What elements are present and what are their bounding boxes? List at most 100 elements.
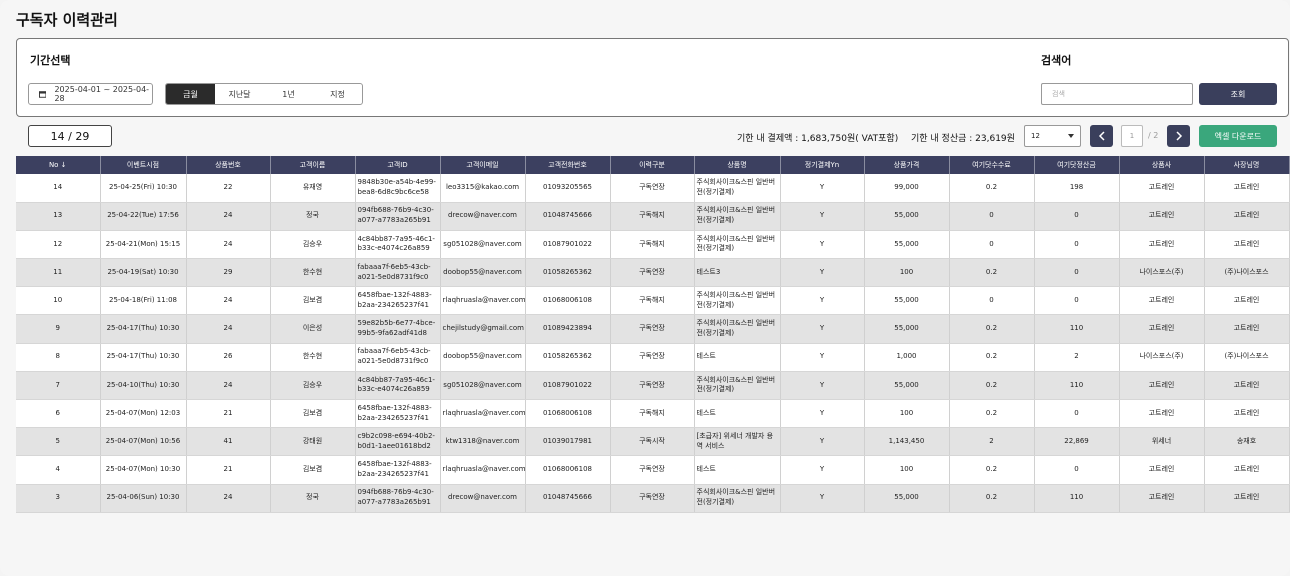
column-header: 여기닷수수료 [949, 156, 1035, 174]
table-cell: 7 [16, 371, 101, 401]
search-label: 검색어 [1041, 54, 1072, 67]
search-button[interactable]: 조회 [1199, 83, 1277, 105]
table-cell: 25-04-06(Sun) 10:30 [100, 484, 187, 513]
column-header: 상품가격 [864, 156, 950, 174]
period-label: 기간선택 [30, 54, 71, 67]
page-count: 14 / 29 [28, 125, 112, 147]
table-cell: 01039017981 [525, 427, 611, 457]
table-cell: 테스트 [694, 343, 781, 372]
page-title: 구독자 이력관리 [16, 11, 118, 29]
table-cell: 25-04-22(Tue) 17:56 [100, 202, 187, 231]
table-cell: 2 [1034, 343, 1120, 372]
table-cell: 주식회사이크&스핀 일반버전(정기결제) [694, 202, 781, 231]
table-row[interactable]: 7 25-04-10(Thu) 10:30 24 김승우 4c84bb87-7a95-4… [16, 371, 1290, 401]
table-row[interactable]: 13 25-04-22(Tue) 17:56 24 정국 094fb688-76b9-4… [16, 202, 1290, 231]
table-cell: 6458fbae-132f-4883-b2aa-234265237f41 [355, 399, 441, 429]
table-cell: 3 [16, 484, 101, 513]
table-cell: 1,143,450 [864, 427, 950, 457]
table-cell: 고트레인 [1204, 230, 1290, 260]
date-range-picker[interactable]: 2025-04-01 ~ 2025-04-28 [28, 83, 153, 105]
table-cell: 고트레인 [1119, 484, 1205, 513]
table-cell: 4c84bb87-7a95-46c1-b33c-e4074c26a859 [355, 371, 441, 401]
tab-custom[interactable]: 지정 [313, 84, 362, 104]
column-header: 고객ID [355, 156, 441, 174]
table-cell: sg051028@naver.com [440, 371, 526, 401]
tab-one-year[interactable]: 1년 [264, 84, 313, 104]
table-row[interactable]: 12 25-04-21(Mon) 15:15 24 김승우 4c84bb87-7a95-… [16, 230, 1290, 260]
table-cell: 구독연장 [610, 455, 695, 485]
table-row[interactable]: 5 25-04-07(Mon) 10:56 41 강태원 c9b2c098-e694-4… [16, 427, 1290, 457]
table-cell: 01048745666 [525, 484, 611, 513]
table-cell: 김승우 [270, 230, 356, 260]
table-row[interactable]: 10 25-04-18(Fri) 11:08 24 김보겸 6458fbae-132f-… [16, 286, 1290, 316]
table-cell: 구독해지 [610, 230, 695, 260]
settlement-total: 기한 내 정산금 : 23,619원 [911, 134, 1015, 144]
table-cell: c9b2c098-e694-40b2-b0d1-1aee01618bd2 [355, 427, 441, 457]
page-size-select[interactable]: 12 [1024, 125, 1081, 147]
table-row[interactable]: 11 25-04-19(Sat) 10:30 29 한수현 fabaaa7f-6eb5-… [16, 258, 1290, 288]
table-cell: 29 [186, 258, 271, 288]
table-cell: 41 [186, 427, 271, 457]
table-cell: 14 [16, 174, 101, 203]
table-cell: 구독연장 [610, 258, 695, 288]
table-cell: Y [780, 399, 865, 429]
table-cell: (주)나이스포스 [1204, 258, 1290, 288]
table-cell: Y [780, 202, 865, 231]
table-row[interactable]: 14 25-04-25(Fri) 10:30 22 유재영 9848b30e-a54b-… [16, 174, 1290, 203]
table-cell: Y [780, 484, 865, 513]
column-header: 상품명 [694, 156, 781, 174]
table-cell: 0 [949, 202, 1035, 231]
table-cell: 김보겸 [270, 286, 356, 316]
table-cell: [초급자] 위세너 개발자 용역 서비스 [694, 427, 781, 457]
prev-page-button[interactable] [1090, 125, 1113, 147]
next-page-button[interactable] [1167, 125, 1190, 147]
table-cell: 6 [16, 399, 101, 429]
table-cell: 6458fbae-132f-4883-b2aa-234265237f41 [355, 286, 441, 316]
tab-this-month[interactable]: 금월 [166, 84, 215, 104]
column-header: 고객이메일 [440, 156, 526, 174]
table-cell: 주식회사이크&스핀 일반버전(정기결제) [694, 174, 781, 203]
table-cell: 01058265362 [525, 343, 611, 372]
table-cell: 주식회사이크&스핀 일반버전(정기결제) [694, 484, 781, 513]
table-cell: 4 [16, 455, 101, 485]
tab-last-month[interactable]: 지난달 [215, 84, 264, 104]
table-row[interactable]: 3 25-04-06(Sun) 10:30 24 정국 094fb688-76b9-4c… [16, 484, 1290, 513]
table-cell: Y [780, 258, 865, 288]
table-cell: 고트레인 [1119, 455, 1205, 485]
table-cell: 25-04-17(Thu) 10:30 [100, 343, 187, 372]
column-header: 정기결제Yn [780, 156, 865, 174]
table-cell: 5 [16, 427, 101, 457]
table-cell: Y [780, 371, 865, 401]
table-cell: 24 [186, 230, 271, 260]
table-cell: rlaqhruasla@naver.com [440, 455, 526, 485]
excel-download-button[interactable]: 엑셀 다운로드 [1199, 125, 1277, 147]
table-cell: 구독해지 [610, 202, 695, 231]
table-cell: 0 [949, 286, 1035, 316]
table-cell: 구독해지 [610, 399, 695, 429]
table-cell: 고트레인 [1119, 314, 1205, 344]
current-page-input[interactable]: 1 [1121, 125, 1143, 147]
table-row[interactable]: 9 25-04-17(Thu) 10:30 24 이은성 59e82b5b-6e77-4… [16, 314, 1290, 344]
table-row[interactable]: 4 25-04-07(Mon) 10:30 21 김보겸 6458fbae-132f-4… [16, 455, 1290, 485]
table-cell: 01068006108 [525, 455, 611, 485]
table-cell: 21 [186, 399, 271, 429]
table-cell: 고트레인 [1119, 399, 1205, 429]
table-cell: Y [780, 314, 865, 344]
table-cell: 12 [16, 230, 101, 260]
table-cell: 0 [1034, 202, 1120, 231]
table-row[interactable]: 6 25-04-07(Mon) 12:03 21 김보겸 6458fbae-132f-4… [16, 399, 1290, 429]
table-cell: 55,000 [864, 202, 950, 231]
table-cell: 0 [949, 230, 1035, 260]
table-cell: 25-04-07(Mon) 10:56 [100, 427, 187, 457]
table-row[interactable]: 8 25-04-17(Thu) 10:30 26 한수현 fabaaa7f-6eb5-4… [16, 343, 1290, 372]
column-header: 고객전화번호 [525, 156, 611, 174]
table-cell: 01089423894 [525, 314, 611, 344]
table-cell: 01058265362 [525, 258, 611, 288]
search-input[interactable] [1041, 83, 1193, 105]
subscriber-history-table: No ↓ 이벤트시점 상품번호 고객이름 고객ID 고객이메일 고객전화번호 이력구분 상품명 정… [16, 156, 1290, 513]
column-header[interactable]: No ↓ [16, 156, 101, 174]
table-cell: 24 [186, 202, 271, 231]
table-cell: 정국 [270, 202, 356, 231]
table-cell: 21 [186, 455, 271, 485]
table-cell: 정국 [270, 484, 356, 513]
